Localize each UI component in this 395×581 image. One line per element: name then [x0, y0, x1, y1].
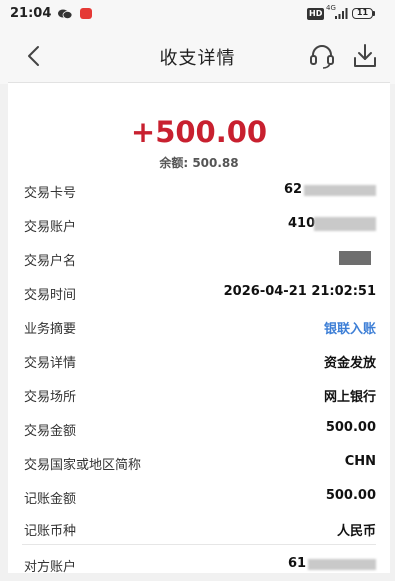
- row-account: 交易账户 410: [8, 207, 390, 241]
- customer-service-icon[interactable]: [308, 42, 336, 70]
- nav-bar: 收支详情: [0, 28, 395, 84]
- row-posted-amount: 记账金额 500.00: [8, 479, 390, 513]
- row-value: 人民币: [336, 524, 376, 539]
- account-balance: 余额: 500.88: [159, 156, 239, 170]
- row-value-link[interactable]: 银联入账: [324, 318, 376, 337]
- battery-indicator: 11: [352, 8, 373, 19]
- row-label: 记账金额: [24, 492, 77, 507]
- row-value: 62: [284, 182, 303, 197]
- row-country: 交易国家或地区简称 CHN: [8, 445, 390, 479]
- row-label: 记账币种: [24, 524, 77, 539]
- row-value: CHN: [344, 454, 376, 469]
- row-value: 网上银行: [323, 390, 376, 405]
- divider: [22, 544, 376, 545]
- row-label: 交易场所: [24, 390, 77, 405]
- download-icon[interactable]: [351, 42, 379, 70]
- row-card-number: 交易卡号 62: [8, 173, 390, 207]
- row-label: 对方账户: [24, 560, 77, 575]
- row-account-name: 交易户名: [8, 241, 390, 275]
- row-counterparty: 对方账户 61: [8, 547, 390, 581]
- row-value: 资金发放: [323, 356, 376, 371]
- row-label: 交易时间: [24, 288, 77, 303]
- row-label: 交易户名: [24, 254, 77, 269]
- row-label: 交易详情: [24, 356, 77, 371]
- row-label: 业务摘要: [24, 322, 77, 337]
- row-detail: 交易详情 资金发放: [8, 343, 390, 377]
- wechat-icon: [58, 9, 72, 19]
- status-bar: 21:04 HD 4G 11: [0, 0, 395, 28]
- signal-icon: [335, 8, 348, 19]
- row-value: 2026-04-21 21:02:51: [223, 284, 376, 299]
- status-time: 21:04: [10, 6, 52, 21]
- row-summary: 业务摘要 银联入账: [8, 309, 390, 343]
- row-label: 交易卡号: [24, 186, 77, 201]
- redaction-mask: [308, 559, 376, 570]
- row-value: 410: [288, 216, 316, 231]
- transaction-detail-card: +500.00 余额: 500.88 交易卡号 62 交易账户 410 交易户名…: [8, 82, 390, 575]
- row-label: 交易账户: [24, 220, 77, 235]
- row-label: 交易金额: [24, 424, 77, 439]
- row-value: 500.00: [325, 488, 376, 503]
- row-value: 500.00: [325, 420, 376, 435]
- row-label: 交易国家或地区简称: [24, 458, 142, 473]
- hd-badge: HD: [307, 8, 325, 20]
- redaction-mask: [304, 185, 376, 196]
- row-place: 交易场所 网上银行: [8, 377, 390, 411]
- redaction-mask: [314, 217, 376, 231]
- transaction-amount: +500.00: [130, 115, 268, 149]
- row-amount: 交易金额 500.00: [8, 411, 390, 445]
- battery-tip: [373, 11, 375, 16]
- redaction-mask: [339, 251, 371, 265]
- notification-app-icon: [80, 8, 92, 19]
- row-time: 交易时间 2026-04-21 21:02:51: [8, 275, 390, 309]
- row-value: 61: [288, 556, 307, 571]
- row-currency: 记账币种 人民币: [8, 511, 390, 545]
